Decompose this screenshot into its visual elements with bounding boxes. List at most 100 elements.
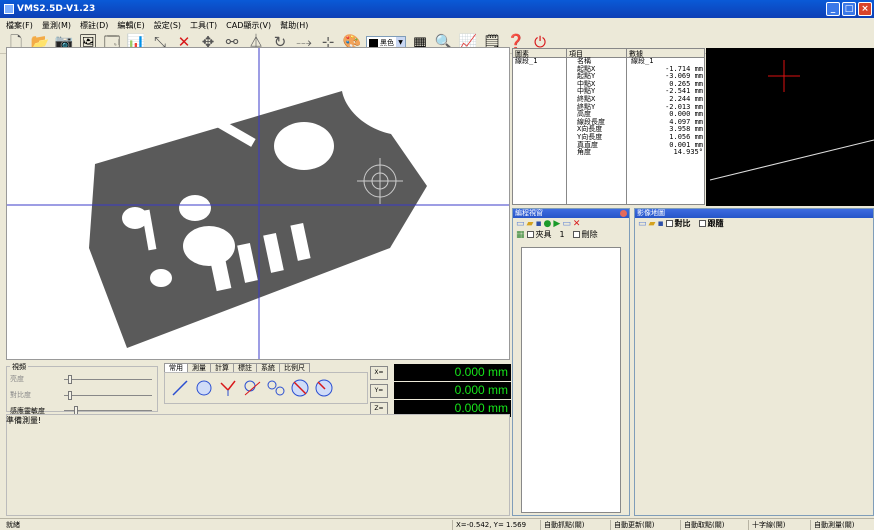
program-list[interactable] [521,247,621,513]
column-divider [626,49,627,204]
tab-common[interactable]: 常用 [164,363,188,372]
minimize-button[interactable]: _ [826,2,840,16]
window-controls: _ □ × [826,2,872,16]
contrast-label: 對比度 [10,391,31,399]
status-bar: 就緒 X=-0.542, Y= 1.569 自動抓點(關) 自動更新(關) 自動… [0,518,874,530]
maximize-button[interactable]: □ [842,2,856,16]
table-cell: 角度 [577,148,591,157]
save-program-icon[interactable]: ▪ [535,219,541,229]
two-circle-tool-icon[interactable] [265,377,287,399]
image-map-title-text: 影像地圖 [637,209,665,217]
color-swatch [369,38,378,47]
compare-checkbox[interactable] [665,220,673,227]
status-auto-measure[interactable]: 自動測量(關) [810,520,857,530]
open-program-icon[interactable]: ▰ [527,219,534,229]
new-map-icon[interactable]: ▭ [638,219,647,229]
element-list-item[interactable]: 線段_1 [515,57,538,66]
program-panel-title: 編程視窗 [513,209,629,218]
brightness-label: 亮度 [10,375,24,383]
cad-drawing [7,48,509,359]
menu-tools[interactable]: 工具(T) [190,20,217,31]
y-coordinate-display: 0.000 mm [394,382,511,399]
header-item: 項目 [567,49,627,58]
tool-tabs: 常用 測量 計算 標註 系統 比例尺 [164,363,310,372]
status-auto-edge[interactable]: 自動抓點(關) [540,520,587,530]
message-area [6,414,510,516]
menu-help[interactable]: 幫助(H) [280,20,308,31]
tab-system[interactable]: 系統 [256,363,280,372]
trace-checkbox[interactable] [698,220,706,227]
tab-dimension[interactable]: 標註 [233,363,257,372]
x-coordinate-display: 0.000 mm [394,364,511,381]
status-crosshair[interactable]: 十字線(開) [748,520,788,530]
sensitivity-slider[interactable] [64,406,152,415]
camera-overlay [709,60,874,181]
save-map-icon[interactable]: ▪ [657,219,663,229]
close-button[interactable]: × [858,2,872,16]
slider-thumb[interactable] [68,375,72,384]
status-auto-point[interactable]: 自動取點(關) [680,520,727,530]
element-name: 線段_1 [515,57,538,65]
tangent-tool-icon[interactable] [241,377,263,399]
tab-measure[interactable]: 測量 [187,363,211,372]
tab-calculate[interactable]: 計算 [210,363,234,372]
fixture-value[interactable]: 1 [560,230,565,239]
menu-edit[interactable]: 編輯(E) [117,20,144,31]
circle-tool-icon[interactable] [193,377,215,399]
menu-dimension[interactable]: 標註(D) [80,20,108,31]
diameter-tool-icon[interactable] [289,377,311,399]
contrast-slider[interactable] [64,391,152,400]
menu-settings[interactable]: 設定(S) [154,20,181,31]
new-program-icon[interactable]: ▭ [516,219,525,229]
open-map-icon[interactable]: ▰ [649,219,656,229]
workpiece-hole [150,269,172,287]
x-zero-button[interactable]: X= [370,366,388,380]
camera-view[interactable] [706,48,874,206]
status-auto-update[interactable]: 自動更新(關) [610,520,657,530]
delete-label: 刪除 [581,230,598,239]
cad-canvas[interactable] [6,47,510,360]
fixture-checkbox[interactable] [526,231,534,238]
diameter-tool-glyph [291,379,309,397]
properties-table: 圖素 項目 數據 線段_1 名稱 起點X 起點Y 中點X 中點Y 終點X 終點Y… [512,48,705,205]
delete-checkbox[interactable] [572,231,580,238]
program-panel: 編程視窗 ▭ ▰ ▪ ● ▶ ▭ ✕ ▦ 夾具 1 刪除 [512,208,630,516]
line-tool-icon[interactable] [169,377,191,399]
line-tool-glyph [172,380,188,396]
import-icon[interactable]: ▭ [562,219,571,229]
delete-program-icon[interactable]: ✕ [573,219,581,229]
play-icon[interactable]: ▶ [553,219,560,229]
image-map-panel: 影像地圖 ▭ ▰ ▪ 對比 跟隨 [634,208,874,516]
color-select-value: 黑色 [380,38,394,47]
app-window: VMS2.5D-V1.23 _ □ × 檔案(F) 量測(M) 標註(D) 編輯… [0,0,874,530]
table-cell: 14.935° [673,148,703,157]
window-title: VMS2.5D-V1.23 [17,4,96,14]
brightness-slider[interactable] [64,375,152,384]
angle-tool-icon[interactable] [217,377,239,399]
menu-cad-display[interactable]: CAD顯示(V) [226,20,271,31]
slider-thumb[interactable] [68,391,72,400]
program-panel-title-text: 編程視窗 [515,209,543,217]
compare-label: 對比 [674,219,691,228]
fixture-label: 夾具 [535,230,552,239]
circle-tool-glyph [196,380,212,396]
image-map-title: 影像地圖 [635,209,873,218]
status-ready: 就緒 [6,520,20,529]
angle-tool-glyph [220,380,236,396]
record-icon[interactable]: ● [544,219,552,229]
title-bar: VMS2.5D-V1.23 _ □ × [0,0,874,18]
menu-file[interactable]: 檔案(F) [6,20,33,31]
tangent-tool-glyph [244,380,261,396]
workpiece-hole [183,226,235,266]
fixture-row: ▦ 夾具 1 刪除 [513,229,629,240]
workpiece-hole [274,122,334,170]
close-icon[interactable] [620,210,627,217]
menu-bar: 檔案(F) 量測(M) 標註(D) 編輯(E) 設定(S) 工具(T) CAD顯… [0,18,874,32]
video-group-title: 視頻 [10,362,28,372]
radius-tool-icon[interactable] [313,377,335,399]
workpiece-hole [179,195,211,221]
y-zero-button[interactable]: Y= [370,384,388,398]
menu-measure[interactable]: 量測(M) [42,20,71,31]
item-column: 名稱 起點X 起點Y 中點X 中點Y 終點X 終點Y 高度 線段長度 X向長度 … [577,57,605,157]
tab-scale[interactable]: 比例尺 [279,363,310,372]
